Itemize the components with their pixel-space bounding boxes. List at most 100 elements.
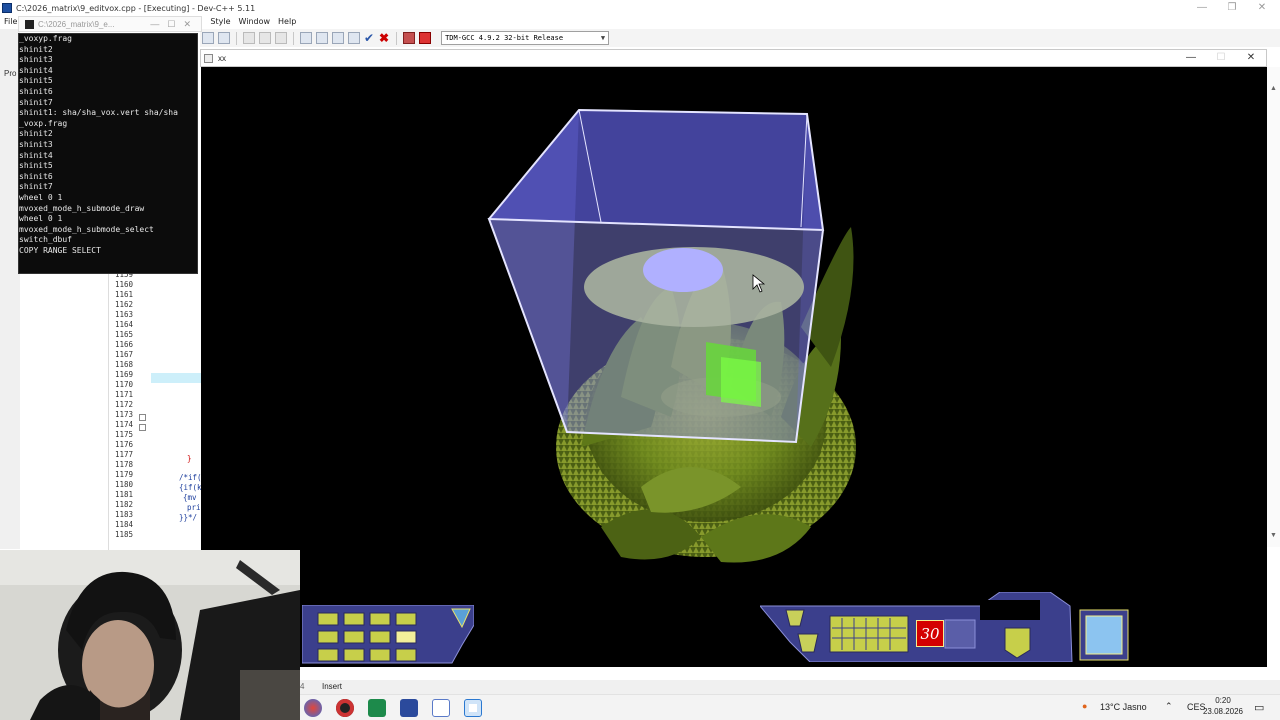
- chrome-icon[interactable]: [304, 699, 322, 717]
- gl-window-icon: [204, 53, 213, 63]
- console-line: shinit7: [19, 182, 53, 192]
- line-number: 1169: [115, 370, 134, 379]
- line-number: 1177: [115, 450, 134, 459]
- gl-close-icon[interactable]: ✕: [1236, 52, 1266, 63]
- console-line: shinit6: [19, 171, 53, 181]
- status-insert-mode: Insert: [322, 682, 343, 691]
- tile-icon[interactable]: [332, 32, 344, 44]
- line-number: 1181: [115, 490, 134, 499]
- forward-icon[interactable]: [259, 32, 271, 44]
- code-line: }}*/: [179, 513, 198, 522]
- chart-icon[interactable]: [403, 32, 416, 44]
- selection-box[interactable]: [487, 108, 825, 444]
- obs-icon[interactable]: [336, 699, 354, 717]
- close-icon[interactable]: ✕: [1248, 1, 1276, 15]
- project-panel: [0, 29, 20, 549]
- devcpp-window-title: C:\2026_matrix\9_editvox.cpp - [Executin…: [16, 3, 256, 13]
- minimize-icon[interactable]: —: [1188, 1, 1216, 15]
- line-number: 1183: [115, 510, 134, 519]
- line-number: 1175: [115, 430, 134, 439]
- menu-help[interactable]: Help: [274, 16, 300, 29]
- line-number-gutter: 1159 1160 1161 1162 1163 1164 1165 1166 1167 1168…: [109, 270, 141, 540]
- toolbar-separator: [293, 31, 294, 45]
- gl-window-title: xx: [218, 53, 226, 63]
- terminal-app-icon[interactable]: [368, 699, 386, 717]
- hud-tool-panel[interactable]: [760, 592, 1130, 662]
- layout-icon[interactable]: [348, 32, 360, 44]
- console-line: wheel 0 1: [19, 214, 63, 224]
- line-number: 1168: [115, 360, 134, 369]
- menu-style[interactable]: Style: [206, 16, 234, 29]
- console-output[interactable]: _voxyp.frag shinit2 shinit3 shinit4 shinit5 s…: [18, 33, 198, 274]
- line-number: 1174: [115, 420, 134, 429]
- bookmark-icon[interactable]: [275, 32, 287, 44]
- fold-marker-icon[interactable]: [139, 424, 146, 431]
- console-line: shinit5: [19, 161, 53, 171]
- voxel-viewport[interactable]: [201, 67, 1267, 667]
- stop-execution-icon[interactable]: ✖: [378, 32, 390, 44]
- weather-text[interactable]: 13°C Jasno: [1100, 702, 1147, 712]
- check-syntax-icon[interactable]: ✔: [364, 32, 374, 44]
- line-number: 1185: [115, 530, 134, 539]
- console-line: mvoxed_mode_h_submode_select: [19, 224, 154, 234]
- taskbar-clock[interactable]: 0:20 23.08.2026: [1200, 695, 1246, 717]
- window-icon[interactable]: [316, 32, 328, 44]
- compiler-select[interactable]: TDM-GCC 4.9.2 32-bit Release ▼: [441, 31, 610, 45]
- gl-minimize-icon[interactable]: —: [1176, 52, 1206, 63]
- compiler-select-value: TDM-GCC 4.9.2 32-bit Release: [445, 34, 564, 42]
- hud-inventory-panel[interactable]: [302, 605, 474, 665]
- menu-window[interactable]: Window: [234, 16, 274, 29]
- desktop: C:\2026_matrix\9_editvox.cpp - [Executin…: [0, 0, 1280, 720]
- devcpp-titlebar: C:\2026_matrix\9_editvox.cpp - [Executin…: [0, 0, 1280, 16]
- console-line: shinit3: [19, 139, 53, 149]
- line-number: 1161: [115, 290, 134, 299]
- scroll-down-icon[interactable]: ▼: [1270, 532, 1277, 539]
- console-line: shinit6: [19, 86, 53, 96]
- console-line: shinit4: [19, 65, 53, 75]
- console-line: shinit4: [19, 150, 53, 160]
- console-window-controls[interactable]: —☐✕: [150, 19, 201, 30]
- fps-counter: 30: [916, 620, 944, 647]
- console-line: shinit2: [19, 44, 53, 54]
- console-line: wheel 0 1: [19, 192, 63, 202]
- console-titlebar: C:\2026_matrix\9_e... —☐✕: [18, 16, 202, 32]
- line-number: 1184: [115, 520, 134, 529]
- project-tab[interactable]: Pro: [4, 69, 16, 78]
- toolbar-print-icon[interactable]: [202, 32, 214, 44]
- fold-marker-icon[interactable]: [139, 414, 146, 421]
- restore-icon[interactable]: ❐: [1218, 1, 1246, 15]
- back-icon[interactable]: [243, 32, 255, 44]
- console-line: shinit5: [19, 76, 53, 86]
- line-number: 1163: [115, 310, 134, 319]
- window-taskbar-icon[interactable]: [432, 699, 450, 717]
- console-icon: [25, 19, 34, 29]
- code-line: {mv: [183, 493, 197, 502]
- console-line: shinit1: sha/sha_vox.vert sha/sha: [19, 108, 178, 118]
- webcam-overlay: [0, 550, 300, 720]
- line-number: 1180: [115, 480, 134, 489]
- toolbar-save-icon[interactable]: [218, 32, 230, 44]
- console-line: _voxyp.frag: [19, 34, 72, 43]
- line-number: 1167: [115, 350, 134, 359]
- debug-icon[interactable]: [419, 32, 432, 44]
- line-number: 1166: [115, 340, 134, 349]
- scrollbar[interactable]: ▲ ▼: [1267, 67, 1280, 547]
- grid-icon[interactable]: [300, 32, 312, 44]
- code-brace: }: [187, 454, 192, 463]
- scroll-up-icon[interactable]: ▲: [1270, 85, 1277, 92]
- chevron-up-icon[interactable]: ⌃: [1165, 701, 1173, 712]
- code-editor[interactable]: 1159 1160 1161 1162 1163 1164 1165 1166 1167 1168…: [108, 270, 202, 550]
- line-number: 1182: [115, 500, 134, 509]
- toolbar-separator: [396, 31, 398, 45]
- devcpp-taskbar-icon[interactable]: [400, 699, 418, 717]
- line-number: 1173: [115, 410, 134, 419]
- line-number: 1160: [115, 280, 134, 289]
- console-line: mvoxed_mode_h_submode_draw: [19, 203, 145, 213]
- gl-window-taskbar-icon[interactable]: [464, 699, 482, 717]
- notification-icon[interactable]: ▭: [1254, 701, 1264, 714]
- gl-maximize-icon[interactable]: ☐: [1206, 52, 1236, 63]
- line-number: 1179: [115, 470, 134, 479]
- weather-sun-icon[interactable]: ●: [1082, 701, 1087, 711]
- current-line-highlight: [151, 373, 201, 383]
- console-line: COPY RANGE SELECT: [19, 245, 101, 255]
